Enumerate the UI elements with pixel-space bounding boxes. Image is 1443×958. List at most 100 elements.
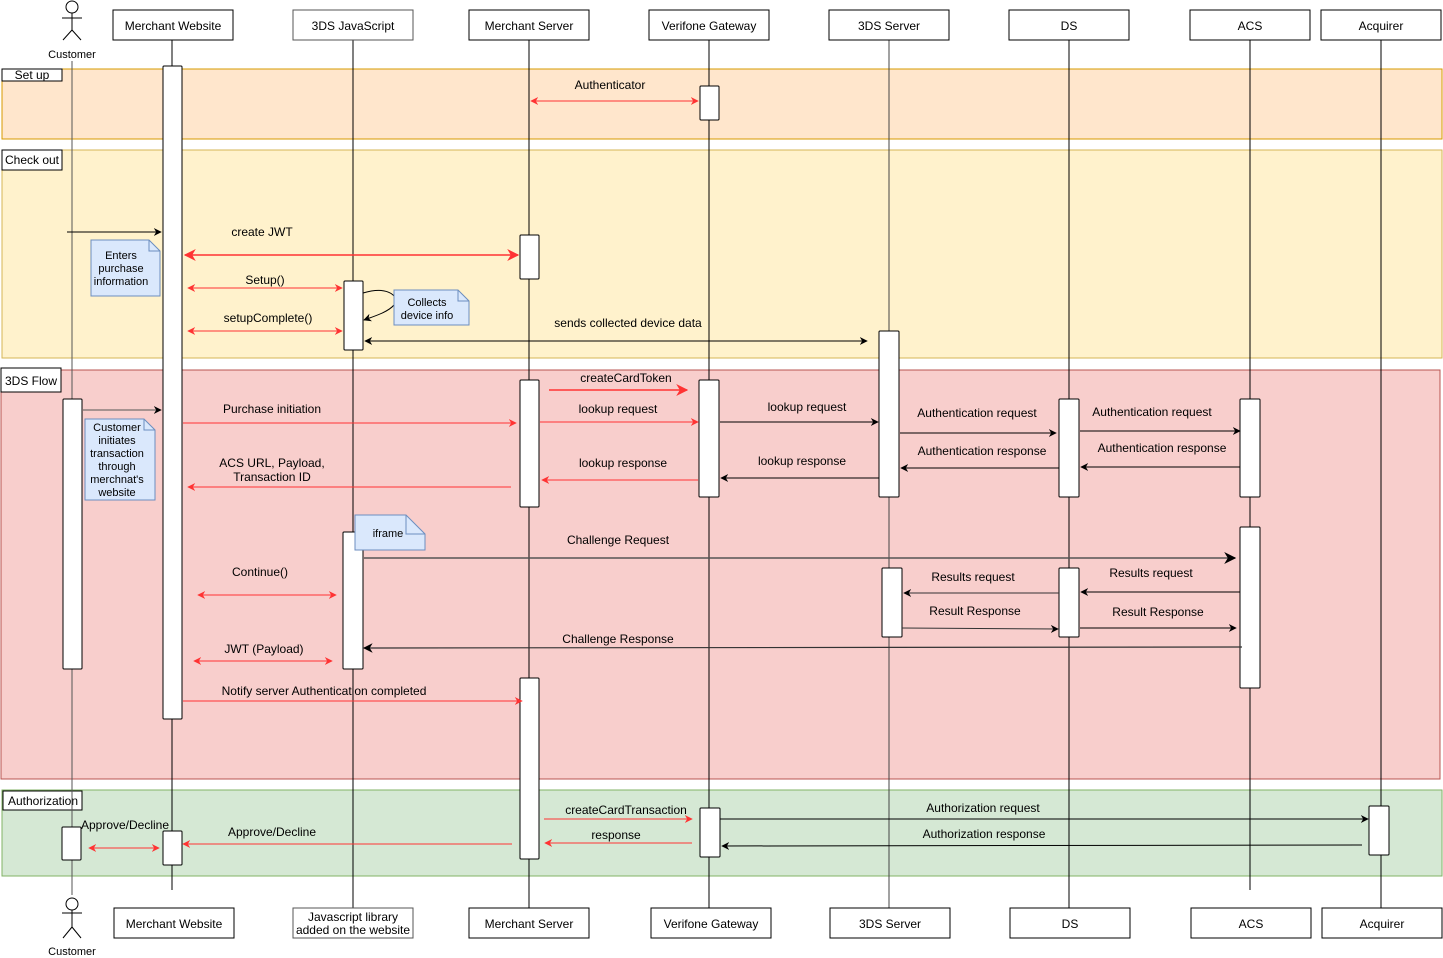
participant-label: Acquirer: [1360, 917, 1405, 931]
activation-merchant-server-jwt: [519, 234, 540, 280]
participant-label: Merchant Server: [485, 19, 574, 33]
participant-3ds-javascript: 3DS JavaScript: [292, 9, 414, 41]
activation-ds-auth: [1058, 398, 1080, 498]
participant-label: Acquirer: [1359, 19, 1404, 33]
message-label: Authorization request: [926, 801, 1040, 815]
message-label: Approve/Decline: [228, 825, 316, 839]
participant-acquirer: Acquirer: [1320, 9, 1442, 41]
message-label: Notify server Authentication completed: [222, 684, 427, 698]
activation-merchant-server-auth: [519, 677, 540, 860]
activation-3ds-server: [878, 330, 900, 498]
message-label: Authentication request: [1092, 405, 1212, 419]
message-label: create JWT: [231, 225, 293, 239]
activation-merchant-website-auth: [162, 830, 183, 866]
activation-3ds-server-results: [881, 567, 903, 638]
participant-ds: DS: [1008, 9, 1130, 41]
text-line: purchase: [98, 263, 143, 275]
text-line: Enters: [105, 250, 137, 262]
message-label: JWT (Payload): [224, 642, 303, 656]
text-line: Javascript library: [308, 910, 398, 924]
participant-label: DS: [1062, 917, 1079, 931]
message-label: Results request: [1109, 566, 1193, 580]
note-text: iframe: [373, 528, 404, 540]
text-line: ACS URL, Payload,: [219, 456, 324, 470]
text-line: information: [94, 276, 148, 288]
message-label: Challenge Response: [562, 632, 674, 646]
participant-label: Customer: [48, 49, 96, 61]
activation-acquirer: [1368, 805, 1390, 856]
participant-label: Merchant Website: [126, 917, 223, 931]
text-line: added on the website: [296, 923, 410, 937]
activation-gateway-flow: [698, 379, 720, 498]
participant-acs: ACS: [1189, 9, 1311, 41]
text-line: through: [98, 461, 135, 473]
participant-3ds-server-bottom: 3DS Server: [829, 907, 951, 939]
note-enters-purchase: Enters purchase information: [90, 239, 161, 297]
message-label: Result Response: [929, 604, 1021, 618]
phase-label: 3DS Flow: [5, 374, 57, 388]
text-line: website: [97, 487, 135, 499]
activation-ds-results: [1058, 567, 1080, 638]
phase-label: Check out: [5, 153, 60, 167]
text-line: merchnat's: [90, 474, 144, 486]
message-label: createCardToken: [580, 371, 671, 385]
message-label: lookup response: [579, 456, 667, 470]
note-customer-initiates: Customer initiates transaction through merch…: [84, 418, 156, 501]
message-label: sends collected device data: [554, 316, 702, 330]
actor-customer-bottom: Customer: [48, 897, 96, 958]
message-label: Approve/Decline: [81, 818, 169, 832]
message-label: Setup(): [245, 273, 284, 287]
phase-checkout: Check out: [1, 149, 1443, 359]
participant-3ds-server: 3DS Server: [828, 9, 950, 41]
message-label: Continue(): [232, 565, 288, 579]
participants-bottom: Customer Merchant Website Javascript lib…: [48, 897, 1443, 958]
participant-label: 3DS Server: [858, 19, 920, 33]
note-text: Collects device info: [401, 297, 454, 322]
activation-gateway-auth: [699, 807, 721, 858]
phase-3ds-flow: 3DS Flow: [0, 367, 1441, 780]
activation-js-setup: [343, 280, 364, 351]
activation-customer-auth: [61, 826, 82, 861]
phase-label: Authorization: [8, 794, 78, 808]
participant-js-library-bottom: Javascript library added on the website: [292, 907, 414, 939]
message-create-card-transaction: createCardTransaction: [544, 803, 693, 823]
message-label: Purchase initiation: [223, 402, 321, 416]
message-label: Authorization response: [923, 827, 1046, 841]
activation-acs-challenge: [1239, 526, 1261, 689]
participant-verifone-gateway-bottom: Verifone Gateway: [650, 907, 772, 939]
message-label: Authentication response: [918, 444, 1047, 458]
participant-ds-bottom: DS: [1009, 907, 1131, 939]
participant-label: Customer: [48, 946, 96, 958]
phase-label: Set up: [15, 68, 50, 82]
participant-merchant-server: Merchant Server: [468, 9, 590, 41]
text-line: Customer: [93, 422, 141, 434]
text-line: initiates: [98, 435, 136, 447]
participant-label: 3DS JavaScript: [312, 19, 395, 33]
participant-label: Javascript library added on the website: [296, 910, 410, 937]
participants-top: Customer Merchant Website 3DS JavaScript…: [48, 0, 1442, 61]
activation-customer-flow: [62, 398, 83, 670]
participant-label: ACS: [1238, 19, 1263, 33]
message-label: setupComplete(): [224, 311, 313, 325]
message-label: response: [591, 828, 641, 842]
message-label: Result Response: [1112, 605, 1204, 619]
text-line: transaction: [90, 448, 144, 460]
message-label: createCardTransaction: [565, 803, 687, 817]
message-label: lookup request: [768, 400, 847, 414]
note-collects-device: Collects device info: [393, 289, 470, 326]
activation-merchant-website: [162, 65, 183, 720]
message-label: lookup request: [579, 402, 658, 416]
text-line: Transaction ID: [233, 470, 311, 484]
message-label: ACS URL, Payload, Transaction ID: [219, 456, 324, 484]
participant-merchant-website-bottom: Merchant Website: [113, 907, 235, 939]
participant-label: Verifone Gateway: [664, 917, 759, 931]
activation-acs-auth: [1239, 398, 1261, 498]
participant-merchant-server-bottom: Merchant Server: [468, 907, 590, 939]
participant-label: Verifone Gateway: [662, 19, 757, 33]
participant-verifone-gateway: Verifone Gateway: [648, 9, 770, 41]
participant-label: Merchant Server: [485, 917, 574, 931]
phase-authorization: Authorization: [1, 789, 1443, 877]
message-label: Authentication request: [917, 406, 1037, 420]
participant-label: 3DS Server: [859, 917, 921, 931]
phase-setup: Set up: [1, 68, 1443, 140]
